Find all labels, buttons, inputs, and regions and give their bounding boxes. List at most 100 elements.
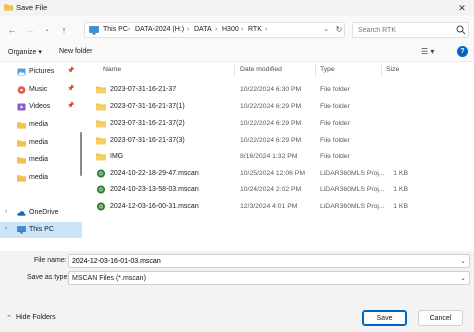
address-bar[interactable]: This PC › DATA-2024 (H:) › DATA › H300 ›… xyxy=(84,22,345,38)
column-header-name[interactable]: Name xyxy=(103,66,121,76)
folder-icon xyxy=(96,153,106,161)
nav-item-label: This PC xyxy=(29,226,54,233)
nav-item-label: media xyxy=(29,156,49,163)
file-name-label: File name: xyxy=(34,257,67,264)
nav-item-media[interactable]: media xyxy=(0,135,82,151)
crumb-this-pc[interactable]: This PC xyxy=(103,26,128,33)
navigation-pane[interactable]: Pictures 📌 Music 📌 Videos 📌 media media … xyxy=(0,62,84,251)
nav-item-onedrive[interactable]: › OneDrive xyxy=(0,205,82,221)
onedrive-icon xyxy=(17,211,26,216)
command-bar: Organize ▾ New folder ☰ ▾ ? xyxy=(0,44,474,62)
save-type-select[interactable]: MSCAN Files (*.mscan) ⌄ xyxy=(68,271,470,285)
crumb-h300[interactable]: H300 xyxy=(222,26,239,33)
file-name: IMG xyxy=(110,153,124,160)
nav-item-music[interactable]: Music 📌 xyxy=(0,82,82,98)
column-divider[interactable] xyxy=(234,64,235,77)
column-divider[interactable] xyxy=(315,64,316,77)
nav-item-label: OneDrive xyxy=(29,209,59,216)
folder-icon xyxy=(96,120,106,128)
file-row[interactable]: 2024-12-03-16-00-31.mscan 12/3/2024 4:01 … xyxy=(92,199,469,215)
column-divider[interactable] xyxy=(381,64,382,77)
file-row[interactable]: IMG 8/16/2024 1:32 PM File folder xyxy=(92,149,469,165)
file-row[interactable]: 2023-07-31-16-21-37(3) 10/22/2024 6:29 PM… xyxy=(92,133,469,149)
pictures-icon xyxy=(17,68,26,76)
column-header-size[interactable]: Size xyxy=(386,66,399,76)
folder-icon xyxy=(17,122,26,129)
file-name-combobox[interactable]: ⌄ xyxy=(68,254,470,268)
nav-item-label: media xyxy=(29,121,49,128)
file-date: 10/22/2024 6:29 PM xyxy=(240,137,302,144)
file-date: 10/24/2024 2:02 PM xyxy=(240,186,302,193)
file-row[interactable]: 2023-07-31-16-21-37(2) 10/22/2024 6:29 PM… xyxy=(92,116,469,132)
file-date: 10/25/2024 12:06 PM xyxy=(240,170,305,177)
file-row[interactable]: 2023-07-31-16-21-37(1) 10/22/2024 6:29 PM… xyxy=(92,99,469,115)
address-row: ← → ⌄ ↑ This PC › DATA-2024 (H:) › DATA … xyxy=(0,16,474,44)
column-header-type[interactable]: Type xyxy=(320,66,335,76)
refresh-icon[interactable]: ↻ xyxy=(334,25,344,34)
chevron-down-icon[interactable]: ⌄ xyxy=(460,274,466,282)
up-arrow-icon[interactable]: ↑ xyxy=(58,23,70,37)
file-type: File folder xyxy=(320,153,350,160)
crumb-separator: › xyxy=(241,26,244,33)
file-row[interactable]: 2024-10-22-18-29-47.mscan 10/25/2024 12:0… xyxy=(92,166,469,182)
file-type: File folder xyxy=(320,86,350,93)
file-name-input[interactable] xyxy=(72,257,452,266)
file-name: 2024-10-23-13-58-03.mscan xyxy=(110,186,199,193)
search-icon[interactable] xyxy=(456,25,466,35)
nav-item-this-pc[interactable]: › This PC xyxy=(0,222,82,238)
file-row[interactable]: 2023-07-31-16-21-37 10/22/2024 6:30 PM Fil… xyxy=(92,82,469,98)
crumb-separator: › xyxy=(187,26,190,33)
cancel-button[interactable]: Cancel xyxy=(418,310,463,326)
chevron-down-icon[interactable]: ⌄ xyxy=(460,257,466,265)
file-list[interactable]: Name Date modified Type Size 2023-07-31-… xyxy=(86,62,474,251)
recent-chevron-icon[interactable]: ⌄ xyxy=(41,23,53,37)
view-options-icon[interactable]: ☰ ▾ xyxy=(421,47,434,56)
crumb-rtk[interactable]: RTK xyxy=(248,26,262,33)
file-date: 10/22/2024 6:29 PM xyxy=(240,103,302,110)
close-icon[interactable]: ✕ xyxy=(452,1,472,15)
crumb-data-2024-drive[interactable]: DATA-2024 (H:) xyxy=(135,26,184,33)
save-button[interactable]: Save xyxy=(362,310,407,326)
window-title: Save File xyxy=(16,3,48,12)
nav-item-media[interactable]: media xyxy=(0,117,82,133)
nav-scrollbar[interactable] xyxy=(80,62,83,182)
column-header-row: Name Date modified Type Size xyxy=(86,62,474,78)
file-size: 1 KB xyxy=(393,170,408,177)
search-box[interactable] xyxy=(352,22,469,38)
nav-scrollbar-thumb[interactable] xyxy=(80,132,82,176)
nav-item-videos[interactable]: Videos 📌 xyxy=(0,99,82,115)
back-arrow-icon[interactable]: ← xyxy=(6,23,18,37)
nav-item-media[interactable]: media xyxy=(0,152,82,168)
chevron-up-icon: ⌃ xyxy=(6,315,12,322)
file-name: 2024-10-22-18-29-47.mscan xyxy=(110,170,199,177)
column-header-date[interactable]: Date modified xyxy=(240,66,282,76)
file-row[interactable]: 2024-10-23-13-58-03.mscan 10/24/2024 2:02… xyxy=(92,182,469,198)
nav-item-label: media xyxy=(29,139,49,146)
file-type: File folder xyxy=(320,103,350,110)
crumb-separator: › xyxy=(265,26,268,33)
folder-icon xyxy=(17,175,26,182)
pc-icon xyxy=(17,226,26,234)
pin-icon[interactable]: 📌 xyxy=(67,102,74,109)
nav-item-media[interactable]: media xyxy=(0,170,82,186)
music-icon xyxy=(17,86,26,94)
forward-arrow-icon[interactable]: → xyxy=(24,23,36,37)
mscan-file-icon xyxy=(96,202,106,211)
title-bar: Save File ✕ xyxy=(0,0,474,16)
address-dropdown-icon[interactable]: ⌄ xyxy=(321,25,331,33)
folder-app-icon xyxy=(4,4,13,11)
file-name: 2023-07-31-16-21-37(2) xyxy=(110,120,185,127)
file-type: File folder xyxy=(320,137,350,144)
chevron-right-icon[interactable]: › xyxy=(5,225,7,232)
pin-icon[interactable]: 📌 xyxy=(67,67,74,74)
new-folder-button[interactable]: New folder xyxy=(59,48,92,55)
help-icon[interactable]: ? xyxy=(457,46,468,57)
pin-icon[interactable]: 📌 xyxy=(67,85,74,92)
nav-item-pictures[interactable]: Pictures 📌 xyxy=(0,64,82,80)
crumb-data[interactable]: DATA xyxy=(194,26,212,33)
organize-button[interactable]: Organize ▾ xyxy=(8,48,42,56)
videos-icon xyxy=(17,103,26,111)
file-type: File folder xyxy=(320,120,350,127)
search-input[interactable] xyxy=(358,25,448,36)
chevron-right-icon[interactable]: › xyxy=(5,208,7,215)
